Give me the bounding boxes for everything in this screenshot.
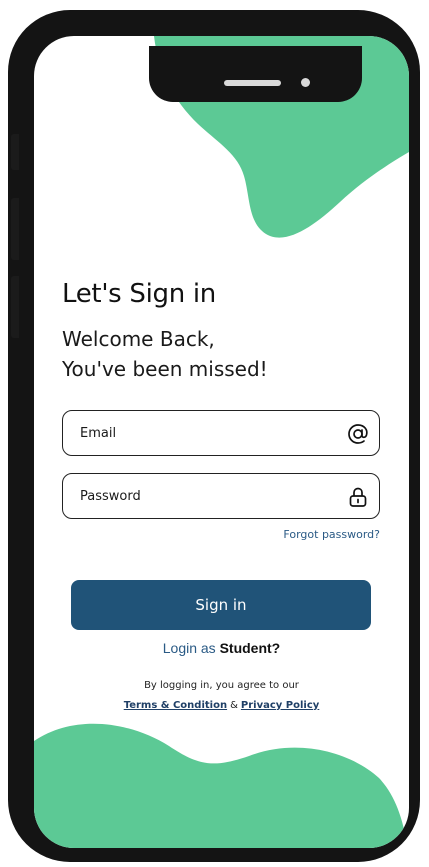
forgot-password-link[interactable]: Forgot password? [283, 528, 380, 541]
terms-ampersand: & [230, 700, 238, 711]
password-input[interactable] [63, 474, 379, 518]
decorative-bottom-blob [34, 723, 408, 848]
welcome-line-2: You've been missed! [62, 357, 268, 381]
sign-in-button[interactable]: Sign in [71, 580, 371, 630]
terms-text: By logging in, you agree to our [144, 680, 299, 691]
volume-down-button [11, 276, 19, 338]
login-as-student[interactable]: Login as Student? [34, 640, 409, 656]
privacy-policy-link[interactable]: Privacy Policy [241, 700, 319, 711]
welcome-line-1: Welcome Back, [62, 327, 215, 351]
lock-icon [349, 487, 367, 507]
speaker-grille [224, 80, 281, 86]
login-as-role[interactable]: Student? [220, 640, 281, 656]
mute-switch [11, 134, 19, 170]
page-title: Let's Sign in [62, 279, 216, 309]
email-field-container [62, 410, 380, 456]
terms-link[interactable]: Terms & Condition [124, 700, 227, 711]
login-as-prefix[interactable]: Login as [163, 640, 216, 656]
at-sign-icon [348, 424, 368, 444]
password-field-container [62, 473, 380, 519]
app-screen: Let's Sign in Welcome Back, You've been … [34, 36, 409, 848]
welcome-message: Welcome Back, You've been missed! [62, 324, 268, 384]
phone-notch [149, 46, 362, 102]
terms-agreement: By logging in, you agree to our Terms & … [34, 676, 409, 716]
email-input[interactable] [63, 411, 379, 455]
front-camera [301, 78, 310, 87]
terms-links: Terms & Condition & Privacy Policy [34, 696, 409, 716]
volume-up-button [11, 198, 19, 260]
